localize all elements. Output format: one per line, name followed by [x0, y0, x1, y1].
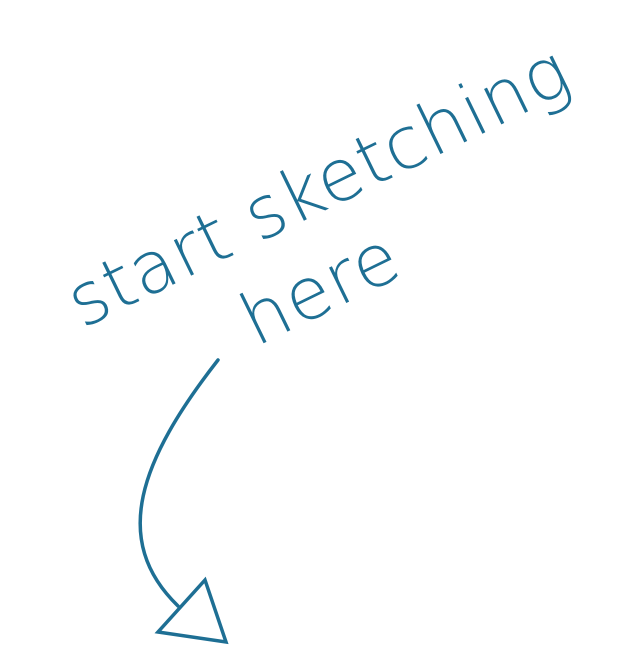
sketch-canvas[interactable]: start sketching here	[0, 0, 631, 647]
arrow-head	[154, 576, 229, 645]
arrow-shaft	[138, 358, 220, 608]
